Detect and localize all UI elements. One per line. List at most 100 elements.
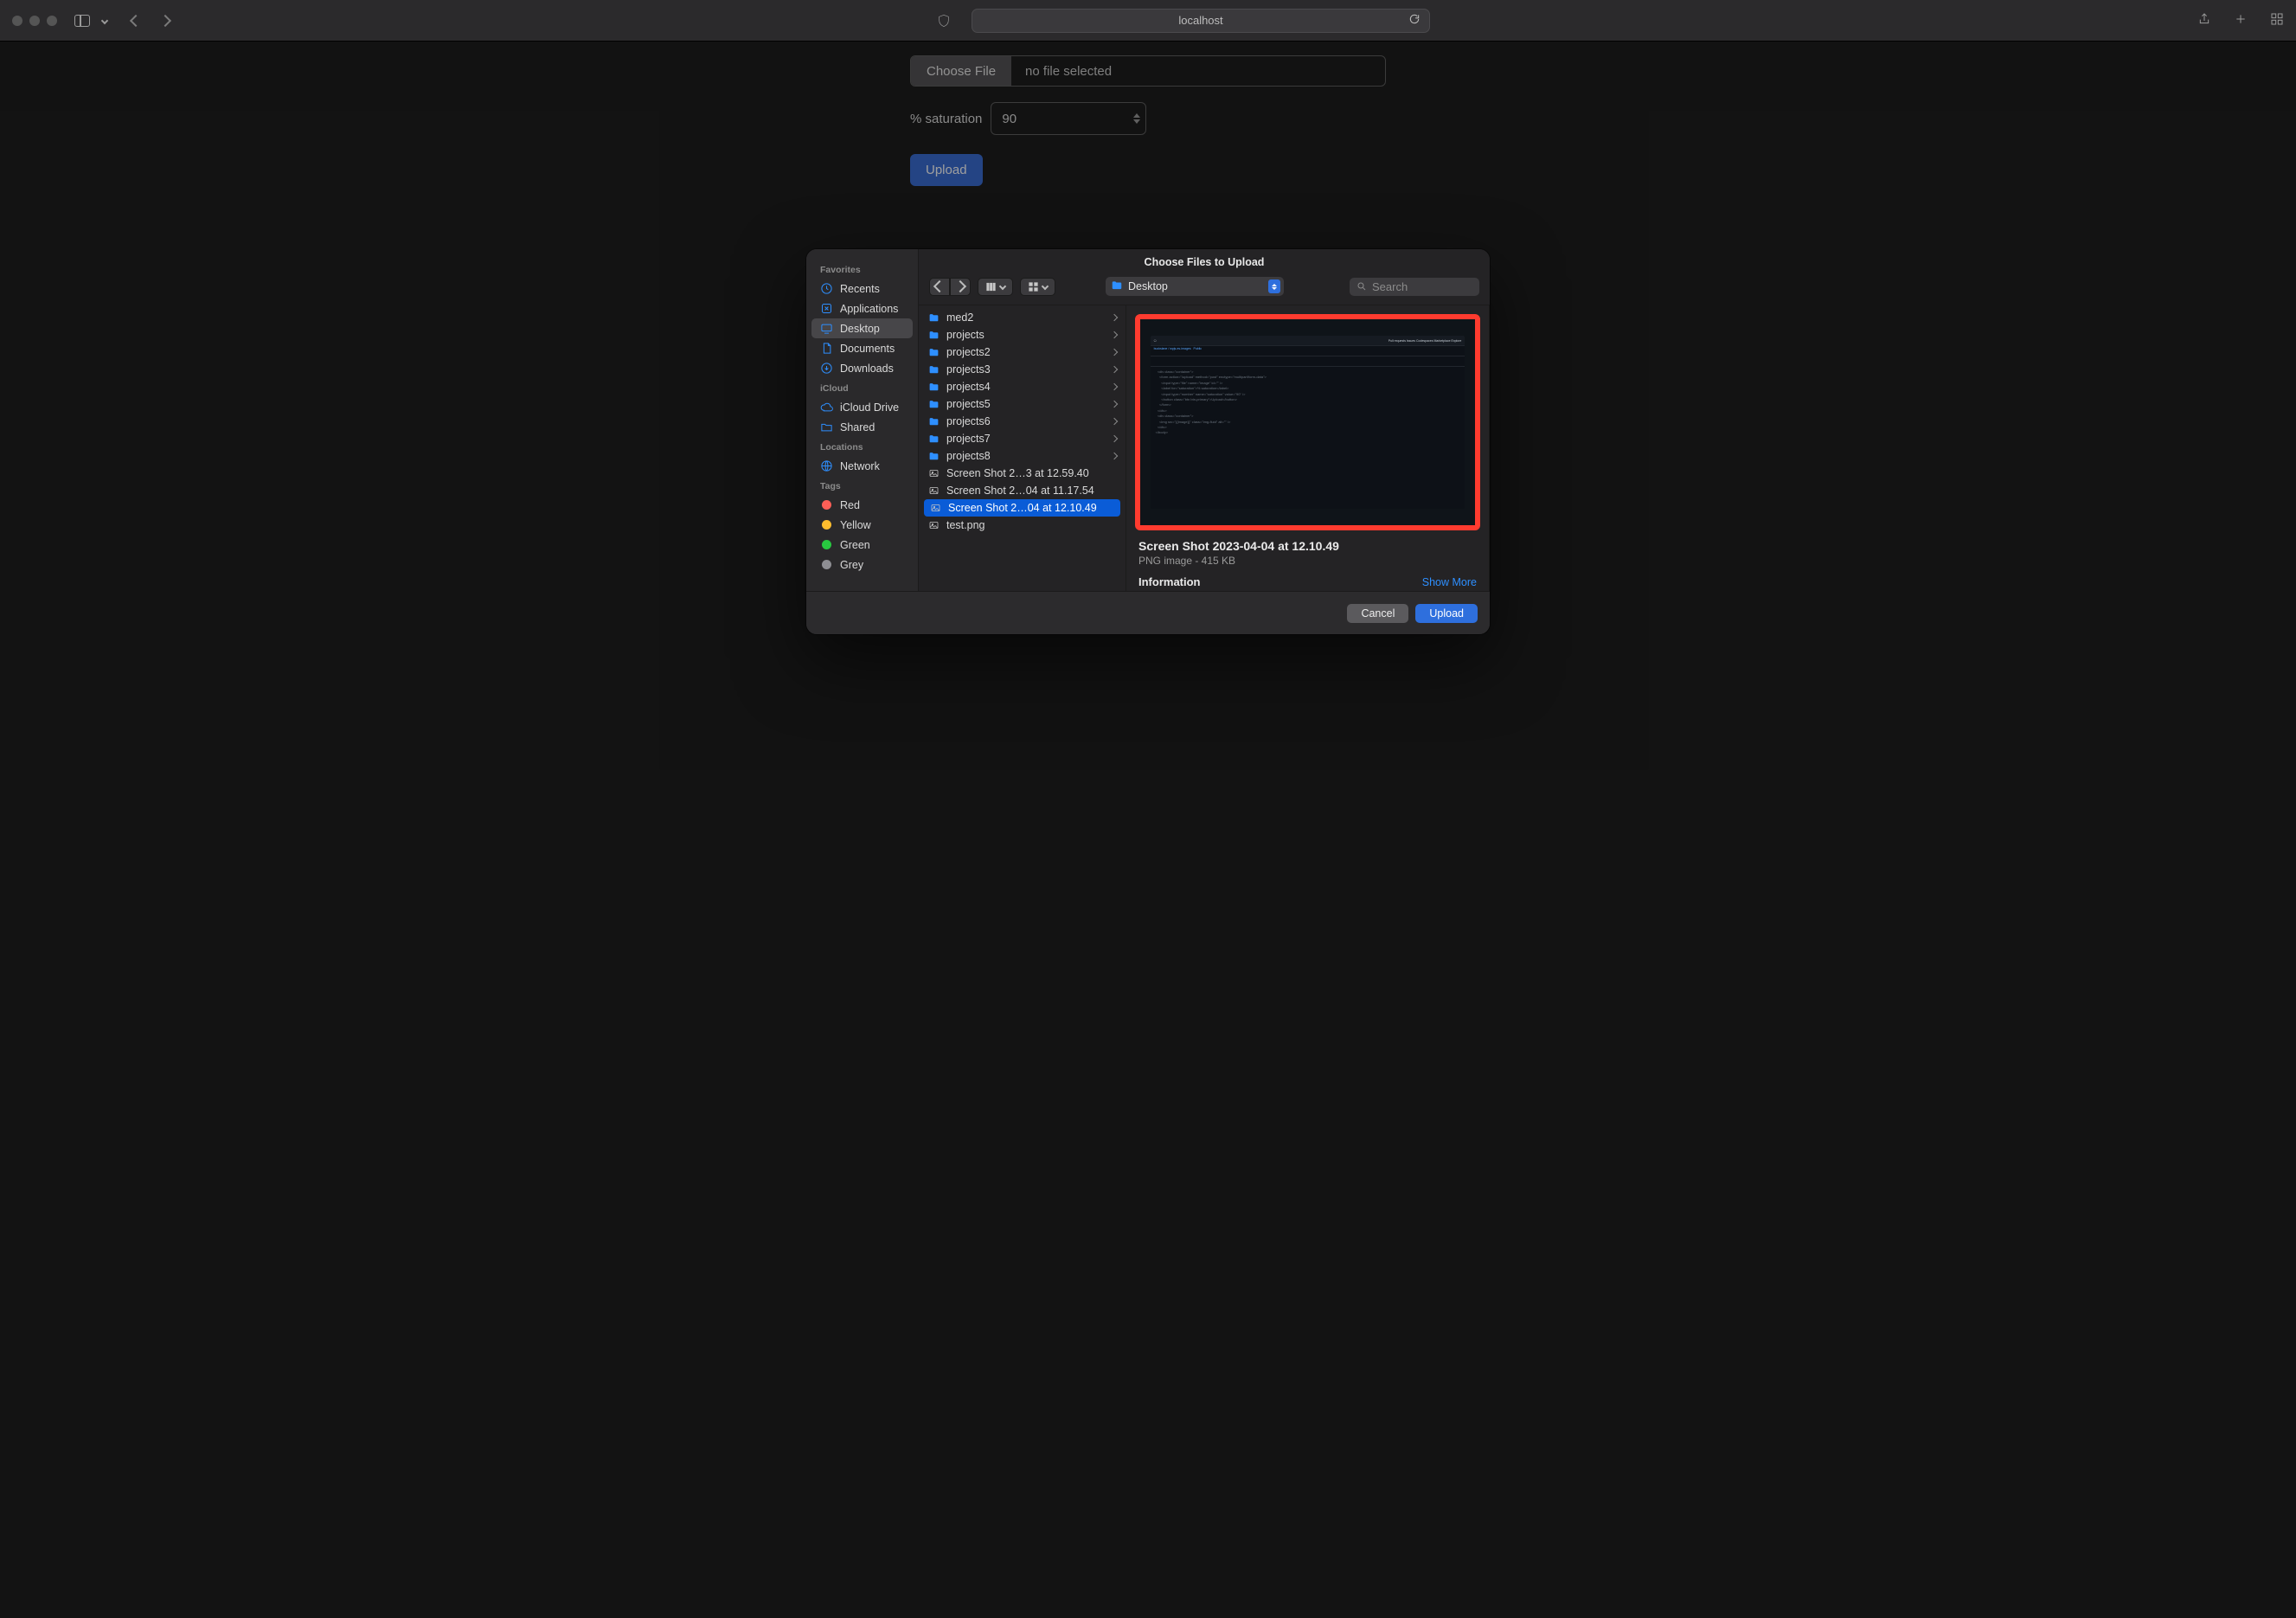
sidebar-item-label: Desktop [840,323,880,335]
sidebar-item-shared[interactable]: Shared [811,417,913,437]
image-file-icon [927,485,940,497]
reload-icon[interactable] [1408,13,1421,28]
file-name-label: projects8 [946,450,1106,462]
folder-row[interactable]: projects2 [919,344,1126,361]
preview-thumbnail-content: ⎔Pull requests Issues Codespaces Marketp… [1151,336,1465,509]
sidebar-section-label: Locations [811,437,913,456]
sidebar-toggle-icon[interactable] [74,15,90,27]
folder-icon [927,347,940,358]
sidebar-item-applications[interactable]: Applications [811,299,913,318]
share-icon[interactable] [2197,12,2211,29]
view-columns-button[interactable] [978,278,1013,296]
forward-button[interactable] [159,14,171,26]
tab-overview-icon[interactable] [2270,12,2284,29]
sidebar-item-recents[interactable]: Recents [811,279,913,299]
folder-icon [927,433,940,445]
sidebar-item-network[interactable]: Network [811,456,913,476]
file-name-label: Screen Shot 2…04 at 11.17.54 [946,485,1117,497]
folder-row[interactable]: projects6 [919,413,1126,430]
file-name-label: Screen Shot 2…04 at 12.10.49 [948,502,1115,514]
updown-arrows-icon [1268,279,1280,293]
new-tab-icon[interactable] [2234,12,2248,29]
sidebar-item-grey[interactable]: Grey [811,555,913,575]
sidebar-item-yellow[interactable]: Yellow [811,515,913,535]
sidebar-item-label: Recents [840,283,880,295]
location-dropdown[interactable]: Desktop [1106,277,1284,296]
group-by-button[interactable] [1020,278,1055,296]
address-bar[interactable]: localhost [972,9,1430,33]
back-button[interactable] [130,14,142,26]
chevron-down-icon[interactable] [101,16,108,23]
show-more-link[interactable]: Show More [1422,576,1477,588]
folder-icon [927,416,940,427]
chevron-left-icon [933,280,946,292]
file-name-label: projects2 [946,346,1106,358]
shared-icon [820,421,833,433]
tag-dot-icon [820,518,833,531]
file-name-label: projects4 [946,381,1106,393]
zoom-window-icon[interactable] [47,16,57,26]
chevron-right-icon [1111,453,1118,459]
file-row[interactable]: Screen Shot 2…04 at 11.17.54 [919,482,1126,499]
columns-icon [985,281,997,292]
tag-dot-icon [820,558,833,571]
cancel-button[interactable]: Cancel [1347,604,1408,623]
folder-row[interactable]: projects3 [919,361,1126,378]
folder-row[interactable]: projects8 [919,447,1126,465]
file-name-label: projects3 [946,363,1106,376]
location-label: Desktop [1128,280,1168,292]
tag-dot-icon [820,498,833,511]
file-name-label: test.png [946,519,1117,531]
sidebar-section-label: Tags [811,476,913,495]
folder-icon [927,399,940,410]
folder-icon [927,364,940,376]
folder-row[interactable]: projects5 [919,395,1126,413]
url-text: localhost [1178,14,1222,27]
globe-icon [820,459,833,472]
sidebar-item-documents[interactable]: Documents [811,338,913,358]
sidebar-item-downloads[interactable]: Downloads [811,358,913,378]
dialog-main: Choose Files to Upload [919,249,1490,591]
chevron-right-icon [1111,418,1118,425]
download-icon [820,362,833,375]
dialog-toolbar: Desktop Search [919,273,1490,305]
image-file-icon [927,520,940,531]
image-file-icon [929,503,942,514]
folder-row[interactable]: projects4 [919,378,1126,395]
sidebar-item-label: Grey [840,559,863,571]
sidebar-item-red[interactable]: Red [811,495,913,515]
folder-row[interactable]: med2 [919,309,1126,326]
folder-icon [1111,279,1123,294]
file-row[interactable]: Screen Shot 2…04 at 12.10.49 [924,499,1120,517]
grid-icon [1028,281,1039,292]
search-icon [1356,281,1367,292]
nav-forward-button[interactable] [950,278,971,296]
nav-back-button[interactable] [929,278,950,296]
sidebar-item-green[interactable]: Green [811,535,913,555]
chevron-down-icon [1042,283,1049,290]
app-icon [820,302,833,315]
chevron-right-icon [954,280,966,292]
image-file-icon [927,468,940,479]
sidebar-item-desktop[interactable]: Desktop [811,318,913,338]
tag-dot-icon [820,538,833,551]
folder-row[interactable]: projects7 [919,430,1126,447]
file-name-label: projects6 [946,415,1106,427]
dialog-footer: Cancel Upload [806,591,1490,634]
preview-thumbnail: ⎔Pull requests Issues Codespaces Marketp… [1135,314,1480,530]
chevron-right-icon [1111,349,1118,356]
minimize-window-icon[interactable] [29,16,40,26]
file-row[interactable]: Screen Shot 2…3 at 12.59.40 [919,465,1126,482]
file-row[interactable]: test.png [919,517,1126,534]
search-input[interactable]: Search [1350,278,1479,296]
file-name-label: med2 [946,311,1106,324]
chevron-right-icon [1111,366,1118,373]
close-window-icon[interactable] [12,16,22,26]
sidebar-item-icloud-drive[interactable]: iCloud Drive [811,397,913,417]
folder-row[interactable]: projects [919,326,1126,344]
folder-icon [927,312,940,324]
upload-confirm-button[interactable]: Upload [1415,604,1478,623]
sidebar-item-label: Shared [840,421,875,433]
privacy-shield-icon[interactable] [937,14,951,28]
sidebar-item-label: Documents [840,343,895,355]
